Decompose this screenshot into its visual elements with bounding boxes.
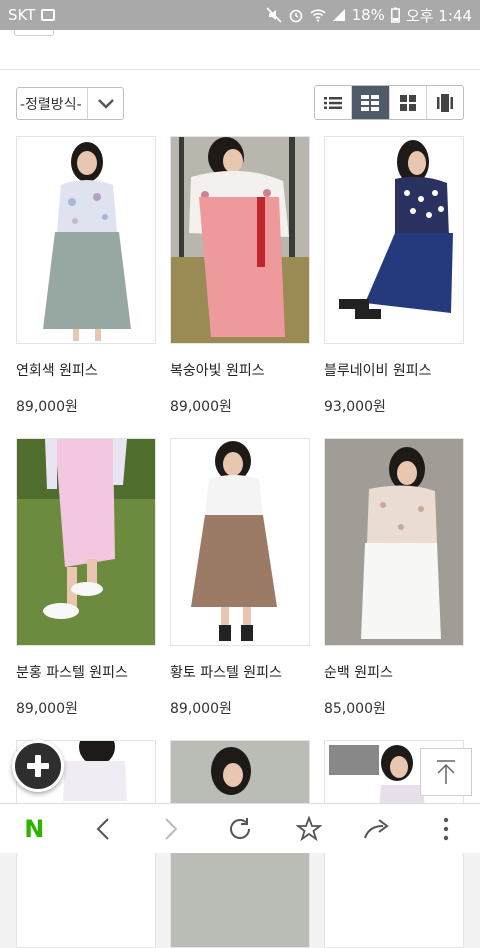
- product-name[interactable]: 분홍 파스텔 원피스: [16, 662, 156, 682]
- alarm-icon: [289, 9, 302, 23]
- wifi-icon: [310, 9, 326, 22]
- scroll-to-top-button[interactable]: [420, 748, 472, 796]
- battery-percent: 18%: [351, 6, 385, 24]
- chevron-down-icon[interactable]: [87, 88, 123, 119]
- product-name[interactable]: 블루네이비 원피스: [324, 360, 464, 380]
- product-image[interactable]: [324, 438, 464, 646]
- sort-select[interactable]: -정렬방식-: [16, 87, 124, 120]
- battery-icon: [390, 7, 400, 23]
- arrow-up-icon: [437, 760, 455, 784]
- view-toggle-group: [314, 85, 464, 120]
- product-price: 89,000원: [16, 701, 78, 717]
- share-arrow-icon: [364, 818, 389, 838]
- back-button[interactable]: [69, 804, 138, 853]
- product-name[interactable]: 황토 파스텔 원피스: [170, 662, 310, 682]
- mute-icon: [266, 7, 282, 23]
- gallery-notification-icon: [41, 9, 56, 21]
- list-icon: [324, 96, 343, 109]
- header-tab-stub[interactable]: [14, 30, 54, 36]
- product-card[interactable]: 황토 파스텔 원피스 89,000원: [170, 438, 310, 718]
- product-card[interactable]: 분홍 파스텔 원피스 89,000원: [16, 438, 156, 718]
- naver-logo-icon: N: [24, 814, 45, 843]
- product-card[interactable]: 연회색 원피스 89,000원: [16, 136, 156, 416]
- product-card[interactable]: 복숭아빛 원피스 89,000원: [170, 136, 310, 416]
- status-bar: SKT 18% 오후 1:44: [0, 0, 480, 30]
- signal-icon: [332, 9, 345, 21]
- refresh-button[interactable]: [206, 804, 275, 853]
- refresh-icon: [230, 817, 251, 839]
- more-vertical-icon: [443, 817, 448, 840]
- product-price: 89,000원: [16, 399, 78, 415]
- gallery-view-button[interactable]: [427, 86, 463, 119]
- product-name[interactable]: 복숭아빛 원피스: [170, 360, 310, 380]
- star-icon: [295, 815, 322, 841]
- product-card[interactable]: 블루네이비 원피스 93,000원: [324, 136, 464, 416]
- product-grid: 연회색 원피스 89,000원 복숭아빛 원피스 89,000원 블루네이비 원…: [0, 136, 480, 948]
- more-menu-button[interactable]: [411, 804, 480, 853]
- bookmark-button[interactable]: [274, 804, 343, 853]
- product-name[interactable]: 연회색 원피스: [16, 360, 156, 380]
- carrier-label: SKT: [8, 6, 36, 24]
- product-price: 93,000원: [324, 399, 386, 415]
- grid-view-2-button[interactable]: [352, 86, 390, 119]
- add-floating-button[interactable]: [12, 740, 64, 792]
- product-price: 89,000원: [170, 399, 232, 415]
- product-card[interactable]: 순백 원피스 85,000원: [324, 438, 464, 718]
- grid-view-4-button[interactable]: [390, 86, 427, 119]
- clock: 오후 1:44: [405, 6, 472, 25]
- product-image[interactable]: [170, 438, 310, 646]
- header-band: [0, 30, 480, 70]
- grid-icon: [361, 94, 380, 111]
- plus-icon: [27, 755, 49, 777]
- chevron-right-icon: [165, 817, 178, 840]
- product-name[interactable]: 순백 원피스: [324, 662, 464, 682]
- chevron-left-icon: [96, 817, 109, 840]
- product-price: 89,000원: [170, 701, 232, 717]
- product-image[interactable]: [170, 136, 310, 344]
- sort-label: -정렬방식-: [20, 96, 82, 113]
- share-button[interactable]: [343, 804, 412, 853]
- list-toolbar: -정렬방식-: [0, 70, 480, 136]
- gallery-icon: [436, 93, 453, 112]
- product-image[interactable]: [16, 136, 156, 344]
- tiles-icon: [399, 94, 416, 111]
- list-view-button[interactable]: [315, 86, 353, 119]
- product-image[interactable]: [324, 136, 464, 344]
- product-image[interactable]: [16, 438, 156, 646]
- browser-bottom-bar: N: [0, 803, 480, 853]
- naver-home-button[interactable]: N: [0, 804, 69, 853]
- product-price: 85,000원: [324, 701, 386, 717]
- forward-button[interactable]: [137, 804, 206, 853]
